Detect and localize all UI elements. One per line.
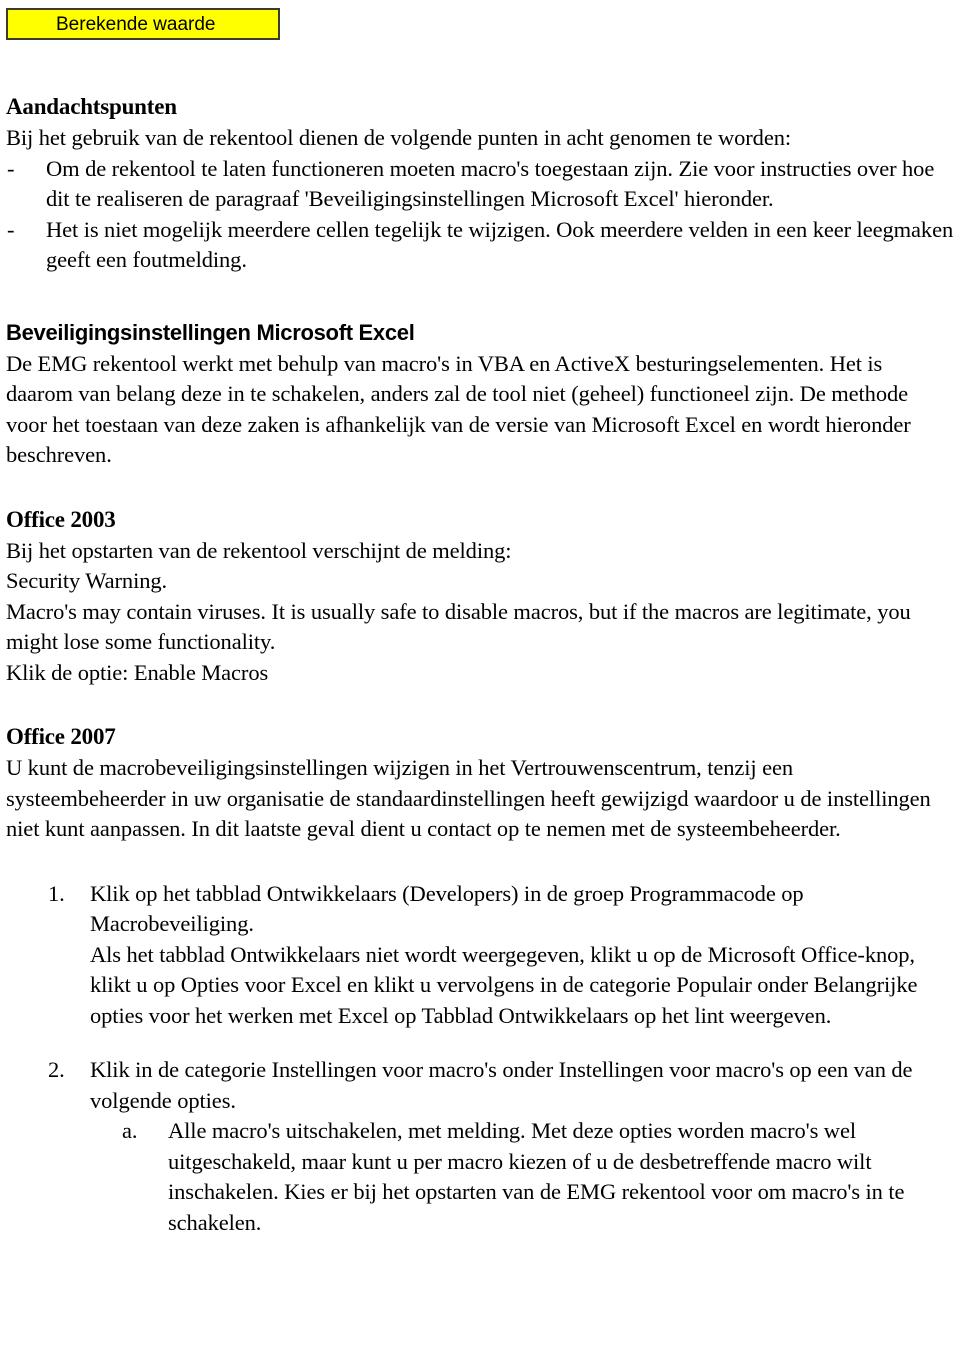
heading-aandachtspunten: Aandachtspunten bbox=[6, 94, 177, 119]
substep-text: Alle macro's uitschakelen, met melding. … bbox=[168, 1118, 905, 1235]
callout-label: Berekende waarde bbox=[56, 14, 216, 35]
substep-letter: a. bbox=[122, 1118, 138, 1143]
office-2003-line: Macro's may contain viruses. It is usual… bbox=[6, 598, 911, 655]
berekende-waarde-callout: Berekende waarde bbox=[6, 8, 280, 40]
office-2007-substep-list: a. Alle macro's uitschakelen, met meldin… bbox=[90, 1116, 954, 1238]
office-2007-step-list: 1. Klik op het tabblad Ontwikkelaars (De… bbox=[6, 879, 954, 1239]
list-item-text: Het is niet mogelijk meerdere cellen teg… bbox=[46, 216, 954, 273]
list-item: a. Alle macro's uitschakelen, met meldin… bbox=[90, 1116, 954, 1238]
aandachtspunten-bullet-list: - Om de rekentool te laten functioneren … bbox=[6, 154, 954, 276]
step-paragraph: Als het tabblad Ontwikkelaars niet wordt… bbox=[90, 941, 918, 1028]
step-number: 2. bbox=[48, 1057, 65, 1082]
list-item: 2. Klik in de categorie Instellingen voo… bbox=[6, 1055, 954, 1238]
aandachtspunten-intro: Bij het gebruik van de rekentool dienen … bbox=[6, 125, 792, 150]
step-number: 1. bbox=[48, 880, 65, 906]
office-2007-paragraph: U kunt de macrobeveiligingsinstellingen … bbox=[6, 755, 931, 841]
list-item-text: Om de rekentool te laten functioneren mo… bbox=[46, 155, 935, 212]
office-2003-line: Security Warning. bbox=[6, 568, 168, 593]
heading-office-2007: Office 2007 bbox=[6, 724, 116, 749]
document-page: Berekende waarde Aandachtspunten Bij het… bbox=[0, 0, 960, 1355]
dash-bullet-icon: - bbox=[7, 216, 15, 242]
list-item: 1. Klik op het tabblad Ontwikkelaars (De… bbox=[6, 879, 954, 1032]
document-body: Aandachtspunten Bij het gebruik van de r… bbox=[6, 92, 954, 1238]
office-2003-line: Bij het opstarten van de rekentool versc… bbox=[6, 537, 512, 563]
heading-office-2003: Office 2003 bbox=[6, 506, 116, 532]
list-item: - Om de rekentool te laten functioneren … bbox=[6, 154, 954, 215]
heading-beveiligingsinstellingen: Beveiligingsinstellingen Microsoft Excel bbox=[6, 319, 415, 345]
beveiligingsinstellingen-paragraph: De EMG rekentool werkt met behulp van ma… bbox=[6, 350, 911, 468]
dash-bullet-icon: - bbox=[7, 155, 15, 181]
step-paragraph: Klik in de categorie Instellingen voor m… bbox=[90, 1057, 913, 1113]
office-2003-line: Klik de optie: Enable Macros bbox=[6, 659, 269, 685]
list-item: - Het is niet mogelijk meerdere cellen t… bbox=[6, 215, 954, 276]
step-paragraph: Klik op het tabblad Ontwikkelaars (Devel… bbox=[90, 880, 804, 937]
